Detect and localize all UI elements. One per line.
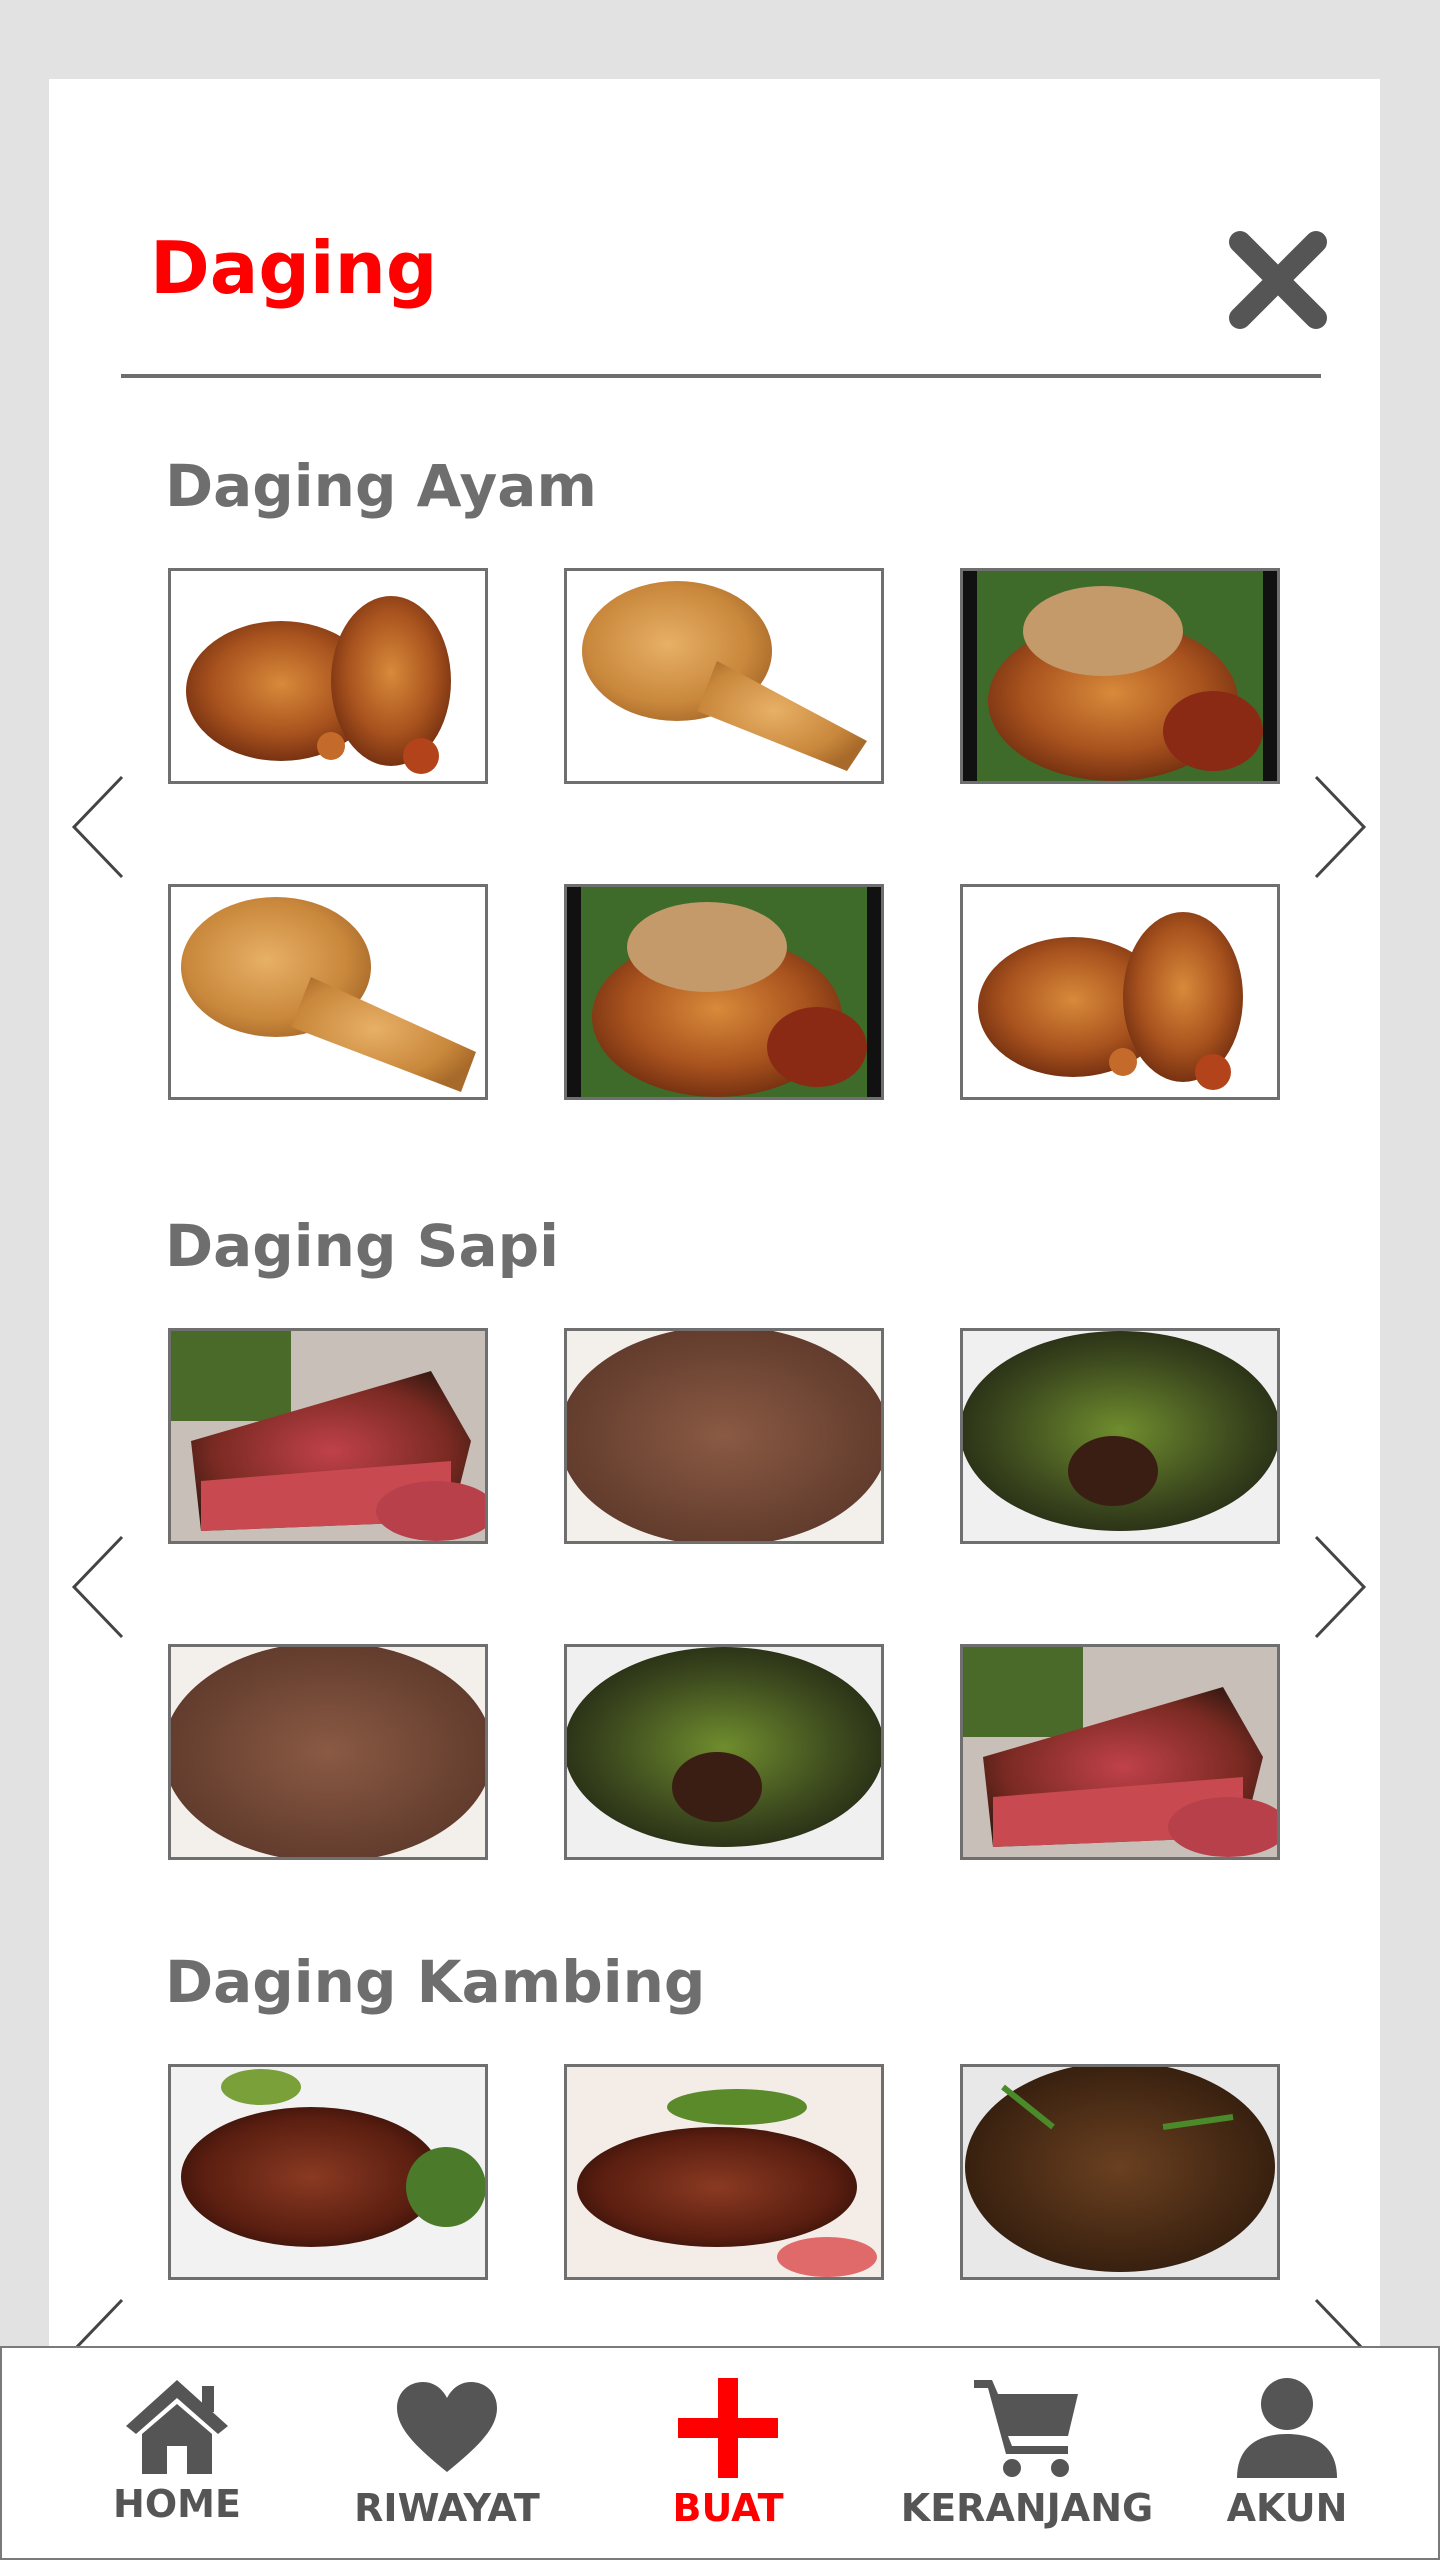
close-button[interactable] bbox=[1222, 224, 1334, 336]
heart-icon bbox=[397, 2382, 497, 2472]
page-title: Daging bbox=[150, 226, 438, 310]
cart-icon bbox=[974, 2380, 1078, 2477]
nav-keranjang[interactable]: KERANJANG bbox=[897, 2348, 1157, 2558]
nav-riwayat-label: RIWAYAT bbox=[354, 2486, 540, 2530]
header-divider bbox=[121, 374, 1321, 378]
food-thumb-sapi-5[interactable] bbox=[564, 1644, 884, 1860]
food-thumb-ayam-5[interactable] bbox=[564, 884, 884, 1100]
chevron-left-icon bbox=[71, 1535, 124, 1639]
food-thumb-sapi-2[interactable] bbox=[564, 1328, 884, 1544]
bottom-nav: HOME RIWAYAT BUAT KERANJANG AKUN bbox=[0, 2346, 1440, 2560]
plus-icon bbox=[678, 2378, 778, 2478]
food-thumb-sapi-6[interactable] bbox=[960, 1644, 1280, 1860]
chevron-right-icon bbox=[1314, 775, 1367, 879]
food-thumb-ayam-4[interactable] bbox=[168, 884, 488, 1100]
close-icon bbox=[1229, 231, 1327, 329]
nav-akun[interactable]: AKUN bbox=[1207, 2348, 1367, 2558]
nav-home[interactable]: HOME bbox=[97, 2348, 257, 2558]
food-thumb-ayam-1[interactable] bbox=[168, 568, 488, 784]
chevron-right-icon bbox=[1314, 2298, 1363, 2346]
home-icon bbox=[126, 2380, 228, 2474]
food-thumb-sapi-3[interactable] bbox=[960, 1328, 1280, 1544]
food-thumb-kambing-2[interactable] bbox=[564, 2064, 884, 2280]
food-thumb-ayam-6[interactable] bbox=[960, 884, 1280, 1100]
nav-akun-label: AKUN bbox=[1226, 2486, 1348, 2530]
prev-arrow-ayam[interactable] bbox=[70, 773, 126, 881]
food-thumb-sapi-4[interactable] bbox=[168, 1644, 488, 1860]
food-thumb-sapi-1[interactable] bbox=[168, 1328, 488, 1544]
food-thumb-kambing-3[interactable] bbox=[960, 2064, 1280, 2280]
nav-keranjang-label: KERANJANG bbox=[900, 2486, 1154, 2530]
nav-riwayat[interactable]: RIWAYAT bbox=[347, 2348, 547, 2558]
section-title-sapi: Daging Sapi bbox=[165, 1212, 559, 1280]
next-arrow-kambing[interactable] bbox=[1312, 2296, 1368, 2346]
nav-buat-label: BUAT bbox=[672, 2486, 784, 2530]
food-thumb-ayam-3[interactable] bbox=[960, 568, 1280, 784]
user-icon bbox=[1237, 2378, 1337, 2478]
chevron-left-icon bbox=[75, 2298, 124, 2346]
section-title-kambing: Daging Kambing bbox=[165, 1948, 706, 2016]
prev-arrow-kambing[interactable] bbox=[70, 2296, 126, 2346]
food-thumb-ayam-2[interactable] bbox=[564, 568, 884, 784]
next-arrow-sapi[interactable] bbox=[1312, 1533, 1368, 1641]
chevron-right-icon bbox=[1314, 1535, 1367, 1639]
nav-home-label: HOME bbox=[113, 2482, 241, 2526]
chevron-left-icon bbox=[71, 775, 124, 879]
nav-buat[interactable]: BUAT bbox=[648, 2348, 808, 2558]
next-arrow-ayam[interactable] bbox=[1312, 773, 1368, 881]
food-thumb-kambing-1[interactable] bbox=[168, 2064, 488, 2280]
section-title-ayam: Daging Ayam bbox=[165, 452, 597, 520]
prev-arrow-sapi[interactable] bbox=[70, 1533, 126, 1641]
